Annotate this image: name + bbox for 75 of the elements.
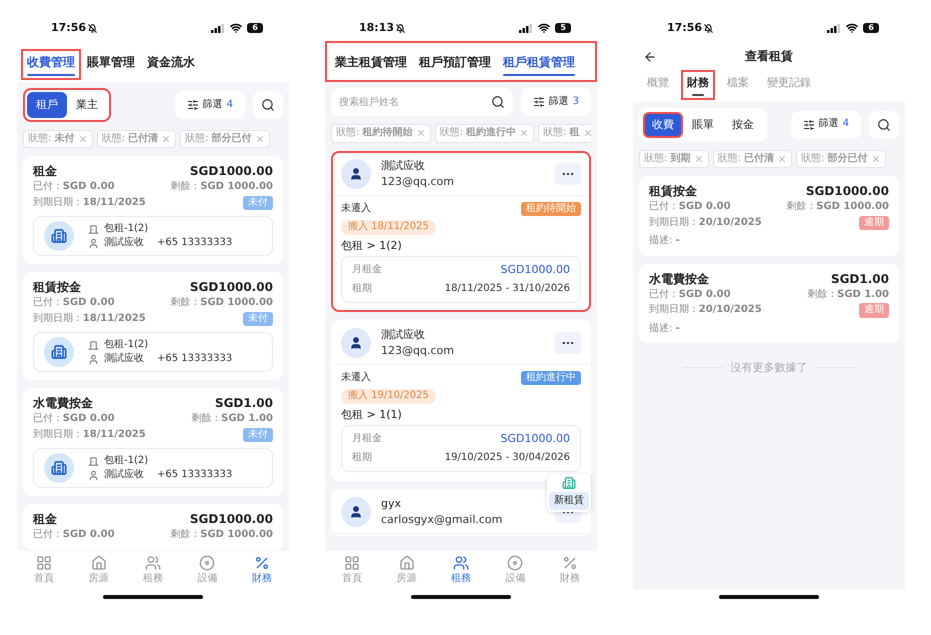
description-text: 描述: - bbox=[649, 322, 680, 335]
remaining-text: 剩餘 : SGD 1000.00 bbox=[170, 181, 273, 194]
paid-text: 已付 : SGD 0.00 bbox=[33, 413, 115, 426]
clock-time: 17:56 bbox=[667, 21, 702, 35]
term-dates: 19/10/2025 - 30/04/2026 bbox=[444, 452, 570, 464]
tenant-email: carlosgyx@gmail.com bbox=[381, 512, 502, 526]
property-text: 包租 > 1(1) bbox=[341, 408, 402, 422]
status-badge: 逾期 bbox=[859, 303, 889, 318]
fee-amount: SGD1000.00 bbox=[190, 512, 273, 528]
move-state-text: 未遷入 bbox=[341, 372, 371, 384]
status-badge: 未付 bbox=[243, 196, 273, 210]
property-text: 包租 > 1(2) bbox=[341, 238, 402, 252]
term-label: 租期 bbox=[352, 452, 372, 464]
status-badge: 逾期 bbox=[859, 216, 889, 230]
move-in-tag: 搬入 18/11/2025 bbox=[341, 220, 436, 234]
paid-text: 已付 : SGD 0.00 bbox=[33, 181, 115, 194]
paid-text: 已付 : SGD 0.00 bbox=[33, 297, 115, 310]
due-date-text: 到期日期 : 20/10/2025 bbox=[649, 216, 762, 229]
status-badge: 未付 bbox=[243, 428, 273, 442]
remaining-text: 剩餘 : SGD 1.00 bbox=[191, 413, 273, 426]
fee-title: 租賃按金 bbox=[33, 280, 81, 296]
fee-title: 水電費按金 bbox=[33, 396, 93, 412]
fee-amount: SGD1.00 bbox=[214, 396, 273, 412]
clock-time: 18:13 bbox=[359, 21, 394, 35]
tenant-email: 123@qq.com bbox=[381, 174, 454, 188]
remaining-text: 剩餘 : SGD 1000.00 bbox=[786, 201, 889, 214]
fee-amount: SGD1000.00 bbox=[190, 280, 273, 296]
remaining-text: 剩餘 : SGD 1000.00 bbox=[170, 529, 273, 542]
fee-title: 水電費按金 bbox=[649, 272, 709, 286]
due-date-text: 到期日期 : 20/10/2025 bbox=[649, 304, 762, 316]
rent-label: 月租金 bbox=[352, 432, 382, 446]
move-state-text: 未遷入 bbox=[341, 202, 371, 215]
rent-label: 月租金 bbox=[352, 264, 382, 276]
contact-name: 測試应收 bbox=[104, 237, 144, 250]
fee-amount: SGD1000.00 bbox=[190, 164, 273, 180]
clock-time: 17:56 bbox=[51, 21, 86, 35]
rent-amount: SGD1000.00 bbox=[500, 263, 570, 277]
paid-text: 已付 : SGD 0.00 bbox=[649, 201, 731, 214]
contact-name: 測試应收 bbox=[104, 353, 144, 366]
contact-name: 測試应收 bbox=[104, 469, 144, 482]
unit-text: 包租-1(2) bbox=[104, 338, 148, 352]
paid-text: 已付 : SGD 0.00 bbox=[649, 288, 731, 301]
phone-number: +65 13333333 bbox=[157, 469, 232, 482]
page-title: 查看租賃 bbox=[744, 49, 794, 64]
battery-indicator: 6 bbox=[863, 23, 879, 33]
fee-title: 租金 bbox=[33, 164, 57, 180]
paid-text: 已付 : SGD 0.00 bbox=[33, 529, 115, 542]
tenant-email: 123@qq.com bbox=[381, 344, 454, 358]
due-date-text: 到期日期 : 18/11/2025 bbox=[33, 196, 146, 210]
lease-status-badge: 租約進行中 bbox=[521, 370, 581, 385]
tenant-name: 測試应收 bbox=[381, 328, 426, 342]
unit-text: 包租-1(2) bbox=[104, 222, 148, 236]
battery-indicator: 6 bbox=[247, 23, 263, 33]
tenant-name: gyx bbox=[381, 496, 402, 510]
term-dates: 18/11/2025 - 31/10/2026 bbox=[444, 283, 570, 296]
remaining-text: 剩餘 : SGD 1000.00 bbox=[170, 297, 273, 310]
due-date-text: 到期日期 : 18/11/2025 bbox=[33, 428, 146, 442]
fee-amount: SGD1.00 bbox=[830, 272, 889, 286]
fee-title: 租賃按金 bbox=[649, 184, 697, 199]
fee-title: 租金 bbox=[33, 512, 57, 528]
unit-text: 包租-1(2) bbox=[104, 454, 148, 468]
fee-amount: SGD1000.00 bbox=[806, 184, 889, 199]
rent-amount: SGD1000.00 bbox=[500, 432, 570, 446]
remaining-text: 剩餘 : SGD 1.00 bbox=[807, 288, 889, 301]
phone-number: +65 13333333 bbox=[157, 237, 232, 250]
end-of-list-text: 沒有更多數據了 bbox=[730, 361, 808, 375]
battery-indicator: 5 bbox=[555, 23, 571, 33]
phone-number: +65 13333333 bbox=[157, 353, 232, 366]
description-text: 描述: - bbox=[649, 235, 680, 248]
status-badge: 未付 bbox=[243, 312, 273, 326]
tenant-name: 測試应收 bbox=[381, 158, 426, 172]
term-label: 租期 bbox=[352, 283, 372, 296]
move-in-tag: 搬入 19/10/2025 bbox=[341, 389, 436, 404]
lease-status-badge: 租約待開始 bbox=[521, 202, 581, 216]
due-date-text: 到期日期 : 18/11/2025 bbox=[33, 312, 146, 326]
